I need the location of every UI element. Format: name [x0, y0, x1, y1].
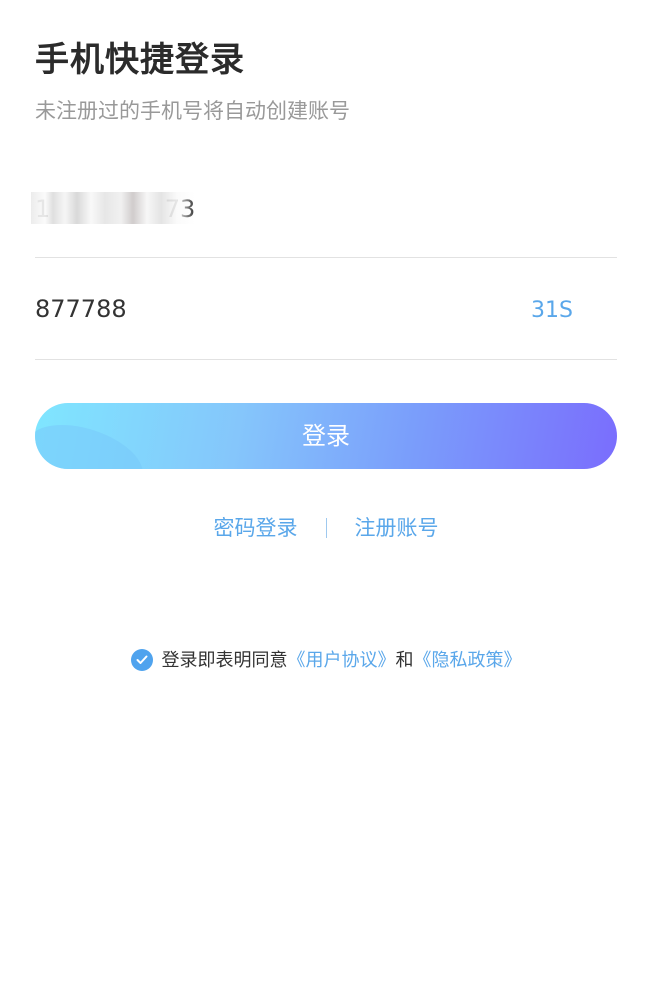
verification-code-field: 31S	[35, 280, 617, 360]
agreement-prefix: 登录即表明同意	[161, 650, 288, 671]
password-login-link[interactable]: 密码登录	[214, 516, 298, 540]
register-link[interactable]: 注册账号	[355, 516, 439, 540]
phone-input[interactable]	[35, 180, 515, 238]
agreement-row: 登录即表明同意《用户协议》和《隐私政策》	[35, 646, 617, 676]
check-circle-icon[interactable]	[130, 649, 153, 671]
link-divider	[325, 518, 327, 538]
page-subtitle: 未注册过的手机号将自动创建账号	[35, 99, 350, 123]
verification-code-input[interactable]	[35, 280, 515, 338]
resend-countdown: 31S	[531, 298, 573, 323]
page-title: 手机快捷登录	[35, 40, 245, 80]
user-agreement-link[interactable]: 《用户协议》	[288, 650, 396, 671]
phone-field	[31, 180, 617, 258]
privacy-policy-link[interactable]: 《隐私政策》	[414, 650, 522, 671]
login-page: 手机快捷登录 未注册过的手机号将自动创建账号 31S 登录 密码登录 注册账号 登…	[31, 0, 617, 982]
alternate-links: 密码登录 注册账号	[35, 512, 617, 544]
login-button[interactable]: 登录	[35, 403, 617, 469]
login-button-label: 登录	[302, 422, 350, 450]
button-sheen	[35, 411, 152, 469]
agreement-conjunction: 和	[395, 650, 414, 671]
